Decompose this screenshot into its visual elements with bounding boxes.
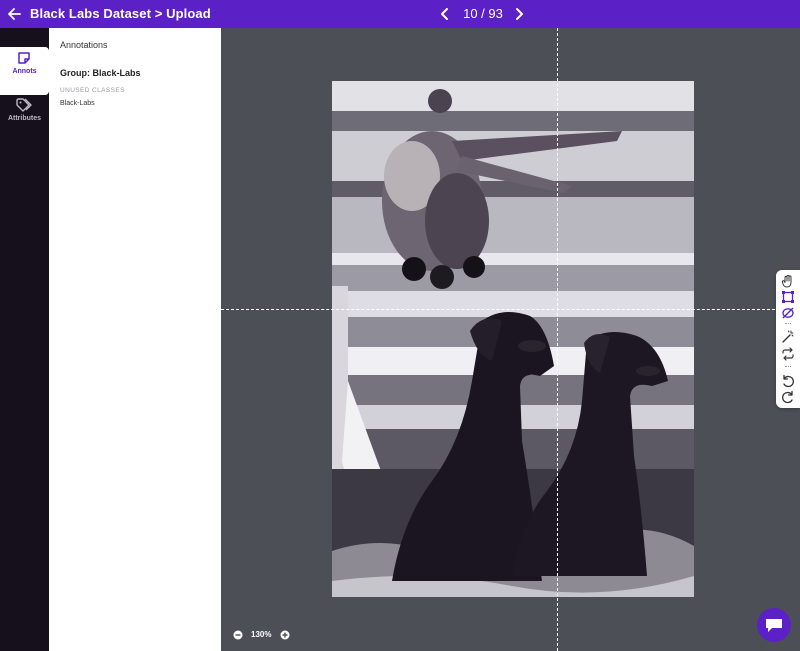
pager-count: 10 / 93 [463, 6, 503, 21]
zoom-in-icon[interactable] [280, 630, 290, 640]
hand-icon[interactable] [781, 274, 795, 288]
magic-wand-icon[interactable] [781, 330, 795, 344]
zoom-controls: 130% [233, 629, 313, 643]
left-rail: Annots Attributes [0, 28, 49, 651]
chevron-right-icon[interactable] [512, 6, 526, 22]
toolbar-divider [785, 366, 791, 367]
redo-icon[interactable] [781, 390, 795, 404]
sticky-note-icon [18, 52, 30, 64]
chat-button[interactable] [757, 608, 791, 642]
tag-icon [16, 98, 32, 112]
crosshair-horizontal [221, 309, 800, 310]
chevron-left-icon[interactable] [438, 6, 452, 22]
top-bar: Black Labs Dataset > Upload 10 / 93 [0, 0, 800, 28]
undo-icon[interactable] [781, 374, 795, 388]
toolbar-divider [785, 323, 791, 324]
chat-icon [766, 619, 782, 632]
annotation-toolbar [776, 270, 800, 408]
panel-header: Annotations [60, 40, 108, 50]
image-pager: 10 / 93 [438, 4, 528, 24]
back-arrow-icon[interactable] [6, 5, 22, 23]
rail-item-attributes[interactable]: Attributes [0, 95, 49, 143]
rail-item-label: Annots [12, 68, 37, 75]
annotations-panel: Annotations Group: Black-Labs UNUSED CLA… [49, 28, 221, 651]
unused-classes-label: UNUSED CLASSES [60, 87, 125, 94]
page-title[interactable]: Black Labs Dataset > Upload [30, 6, 211, 21]
crosshair-vertical [557, 28, 558, 651]
zoom-out-icon[interactable] [233, 630, 243, 640]
class-item[interactable]: Black-Labs [60, 100, 95, 107]
dataset-image [332, 81, 694, 597]
repeat-icon[interactable] [781, 347, 795, 361]
polygon-icon[interactable] [781, 306, 795, 320]
zoom-level: 130% [251, 630, 272, 639]
group-title: Group: Black-Labs [60, 68, 141, 78]
bounding-box-icon[interactable] [781, 290, 795, 304]
rail-item-label: Attributes [7, 115, 42, 122]
rail-item-annots[interactable]: Annots [0, 47, 49, 95]
annotation-canvas[interactable] [221, 28, 800, 651]
